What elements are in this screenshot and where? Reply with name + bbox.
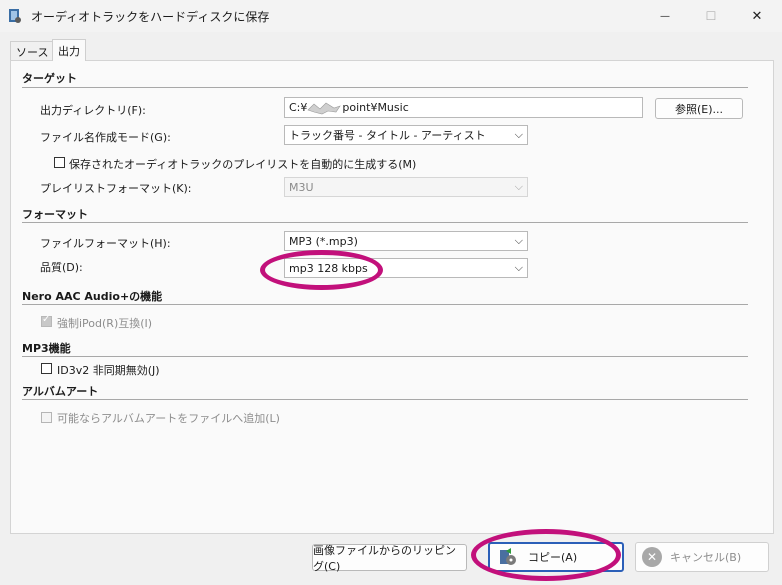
quality-select[interactable]: mp3 128 kbps ⌵ (284, 258, 528, 278)
playlist-format-label: プレイリストフォーマット(K): (40, 182, 192, 195)
quality-label: 品質(D): (40, 261, 83, 274)
album-art-label: 可能ならアルバムアートをファイルへ追加(L) (57, 412, 280, 425)
output-dir-value-start: C:¥ (289, 101, 308, 114)
album-art-checkbox (41, 412, 52, 423)
rip-from-image-button[interactable]: 画像ファイルからのリッピング(C) (312, 543, 467, 573)
playlist-format-select: M3U ⌵ (284, 177, 528, 197)
filename-mode-select[interactable]: トラック番号 - タイトル - アーティスト ⌵ (284, 125, 528, 145)
section-heading-album-art: アルバムアート (22, 385, 99, 398)
output-dir-label: 出力ディレクトリ(F): (40, 104, 146, 117)
ipod-compat-checkbox: ✓ (41, 314, 52, 327)
filename-mode-label: ファイル名作成モード(G): (40, 131, 171, 144)
rip-from-image-label: 画像ファイルからのリッピング(C) (313, 543, 456, 573)
maximize-button: ☐ (688, 0, 734, 32)
section-divider (22, 222, 748, 223)
window-title: オーディオトラックをハードディスクに保存 (31, 10, 270, 24)
browse-button[interactable]: 参照(E)... (655, 98, 743, 119)
maximize-icon: ☐ (705, 9, 717, 23)
filename-mode-value: トラック番号 - タイトル - アーティスト (289, 129, 486, 142)
redacted-path-graphic (307, 102, 342, 114)
cancel-button: ✕ キャンセル(B) (635, 542, 769, 572)
file-format-select[interactable]: MP3 (*.mp3) ⌵ (284, 231, 528, 251)
cancel-button-label: キャンセル(B) (670, 551, 742, 564)
copy-icon (500, 548, 516, 565)
id3-async-label: ID3v2 非同期無効(J) (57, 364, 160, 377)
minimize-icon: — (660, 10, 670, 22)
tab-source[interactable]: ソース (10, 41, 55, 61)
section-heading-mp3: MP3機能 (22, 342, 71, 355)
section-divider (22, 399, 748, 400)
close-icon: ✕ (751, 8, 763, 24)
copy-button[interactable]: コピー(A) (488, 542, 624, 572)
output-dir-value-end: point¥Music (342, 101, 409, 114)
playlist-checkbox[interactable] (54, 157, 65, 168)
ipod-compat-label: 強制iPod(R)互換(I) (57, 317, 153, 330)
playlist-format-value: M3U (289, 180, 314, 194)
section-heading-nero-aac: Nero AAC Audio+の機能 (22, 290, 163, 303)
app-icon (9, 9, 21, 23)
cancel-icon: ✕ (642, 547, 662, 567)
output-dir-input[interactable]: C:¥ point¥Music (284, 97, 643, 118)
tab-output[interactable]: 出力 (52, 39, 86, 61)
checkmark-icon: ✓ (42, 314, 51, 325)
tab-output-label: 出力 (58, 44, 80, 58)
playlist-checkbox-label: 保存されたオーディオトラックのプレイリストを自動的に生成する(M) (69, 158, 417, 171)
chevron-down-icon: ⌵ (514, 234, 523, 247)
file-format-value: MP3 (*.mp3) (289, 234, 358, 248)
file-format-label: ファイルフォーマット(H): (40, 237, 171, 250)
chevron-down-icon: ⌵ (514, 261, 523, 274)
tab-source-label: ソース (16, 45, 49, 59)
section-divider (22, 356, 748, 357)
minimize-button[interactable]: — (642, 0, 688, 32)
close-button[interactable]: ✕ (734, 0, 780, 32)
section-divider (22, 87, 748, 88)
chevron-down-icon: ⌵ (514, 128, 523, 141)
copy-button-label: コピー(A) (528, 551, 578, 564)
chevron-down-icon: ⌵ (514, 180, 523, 193)
title-bar: オーディオトラックをハードディスクに保存 — ☐ ✕ (0, 0, 782, 32)
quality-value: mp3 128 kbps (289, 261, 368, 275)
section-heading-target: ターゲット (22, 72, 77, 85)
id3-async-checkbox[interactable] (41, 363, 52, 374)
section-heading-format: フォーマット (22, 208, 88, 221)
browse-button-label: 参照(E)... (674, 102, 724, 116)
section-divider (22, 304, 748, 305)
